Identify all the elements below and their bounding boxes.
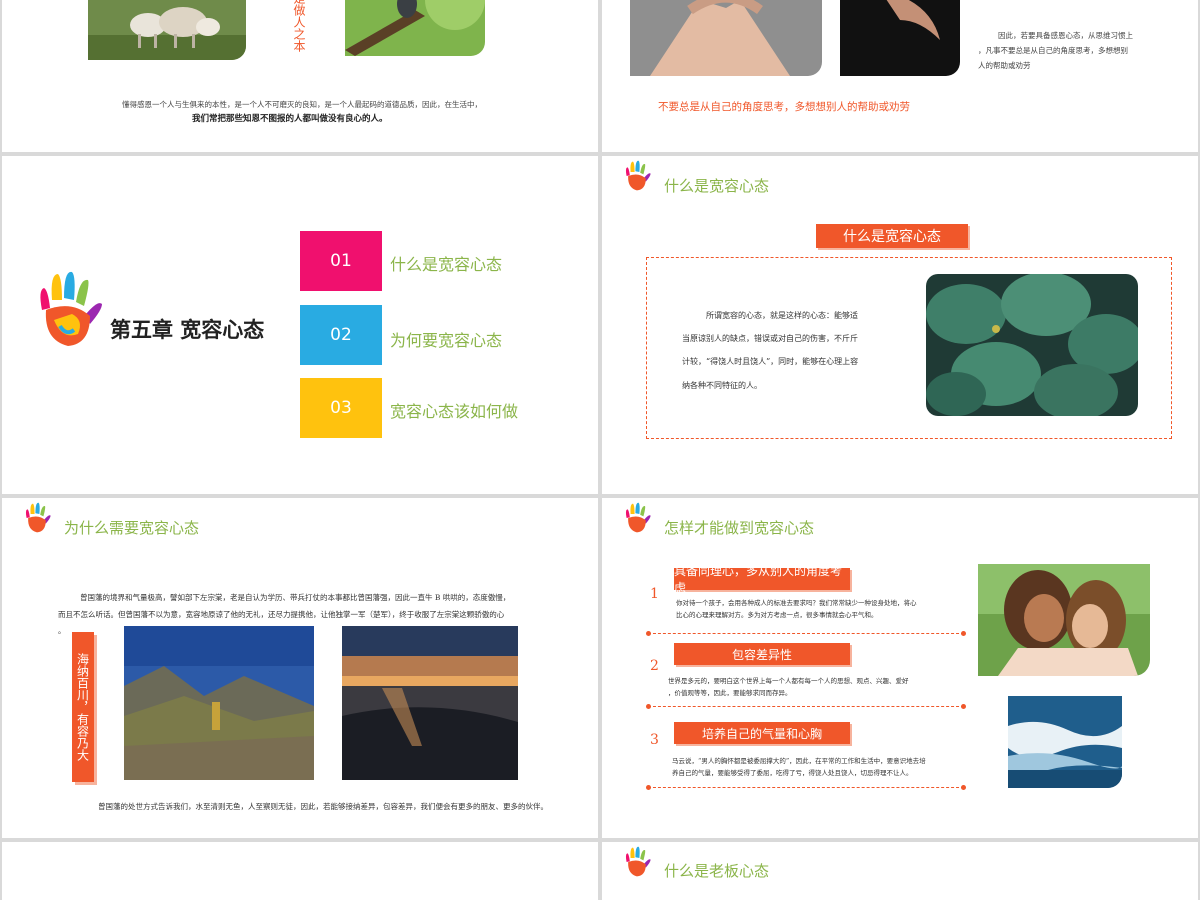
step-number-2: 2 bbox=[650, 658, 659, 674]
definition-line-4: 纳各种不同特征的人。 bbox=[682, 380, 762, 390]
para-line-2: ，凡事不要总是从自己的角度思考，多想想别 bbox=[978, 46, 1128, 55]
step-desc-3-line-2: 养自己的气量，要能够受得了委屈，吃得了亏，得饶人处且饶人，切忌得理不让人。 bbox=[672, 768, 913, 777]
step-desc-3-line-1: 马云说，“男人的胸怀都是被委屈撑大的”，因此，在平常的工作和生活中，要意识地去培 bbox=[672, 757, 926, 765]
vertical-tag-text: 海纳百川，有容乃大 bbox=[75, 653, 90, 761]
painted-hand-icon bbox=[625, 502, 651, 533]
sheep-photo bbox=[88, 0, 246, 60]
story-line-2: 而且不怎么听话。但曾国藩不以为意，宽容地原谅了他的无礼，还尽力提携他，让他独掌一… bbox=[58, 609, 505, 619]
definition-text: 所谓宽容的心态，就是这样的心态：能够适 当原谅别人的缺点，错误或对自己的伤害，不… bbox=[682, 304, 882, 397]
definition-line-1: 所谓宽容的心态，就是这样的心态：能够适 bbox=[706, 311, 858, 320]
step-tag-1: 具备同理心，多从别人的角度考虑 bbox=[674, 564, 850, 595]
painted-hand-icon bbox=[625, 846, 651, 877]
sea-waves-photo bbox=[1008, 696, 1122, 788]
slide-title: 什么是老板心态 bbox=[664, 862, 770, 880]
step-tag-1-text: 具备同理心，多从别人的角度考虑 bbox=[674, 564, 843, 595]
slide-blank bbox=[2, 842, 598, 900]
bird-photo bbox=[345, 0, 485, 56]
step-desc-2-line-2: ，价值观等等，因此，要能够求同而存异。 bbox=[668, 688, 792, 697]
slide-how-tolerance: 怎样才能做到宽容心态 1 具备同理心，多从别人的角度考虑 你对待一个孩子，会用各… bbox=[602, 498, 1198, 838]
vertical-caption: 就是做人之本 bbox=[292, 0, 306, 52]
vertical-tag: 海纳百川，有容乃大 bbox=[72, 632, 94, 782]
item-03-box: 03 bbox=[300, 378, 382, 438]
slide-chapter-5: 第五章 宽容心态 01 什么是宽容心态 02 为何要宽容心态 03 宽容心态该如… bbox=[2, 156, 598, 494]
divider-2 bbox=[646, 704, 966, 709]
friends-photo bbox=[978, 564, 1150, 676]
item-01-box: 01 bbox=[300, 231, 382, 291]
chapter-title: 第五章 宽容心态 bbox=[110, 317, 265, 342]
slide-why-tolerance: 为什么需要宽容心态 曾国藩的境界和气量极高，譬如部下左宗棠，老是自认为学历、带兵… bbox=[2, 498, 598, 838]
item-02-box: 02 bbox=[300, 305, 382, 365]
step-number-1: 1 bbox=[650, 586, 659, 602]
story-line-1: 曾国藩的境界和气量极高，譬如部下左宗棠，老是自认为学历、带兵打仗的本事都比曾国藩… bbox=[80, 593, 511, 602]
slide-gratitude-2: 因此，若要具备感恩心态，从思维习惯上 ，凡事不要总是从自己的角度思考，多想想别 … bbox=[602, 0, 1198, 152]
section-tag: 什么是宽容心态 bbox=[816, 224, 968, 248]
conclusion-text: 曾国藩的处世方式告诉我们，水至清则无鱼，人至察则无徒，因此，若能够接纳差异，包容… bbox=[98, 802, 548, 811]
step-tag-2-text: 包容差异性 bbox=[731, 647, 792, 662]
item-02-number: 02 bbox=[330, 325, 352, 345]
step-desc-1-line-1: 你对待一个孩子，会用各种成人的标准去要求吗？我们常常缺少一种设身处地，将心 bbox=[676, 599, 917, 607]
divider-3 bbox=[646, 785, 966, 790]
mountain-photo bbox=[124, 626, 314, 780]
step-desc-3: 马云说，“男人的胸怀都是被委屈撑大的”，因此，在平常的工作和生活中，要意识地去培… bbox=[672, 756, 926, 779]
slide-gratitude-1: 就是做人之本 懂得感恩一个人与生俱来的本性，是一个人不可磨灭的良知，是一个人最起… bbox=[2, 0, 598, 152]
item-01-number: 01 bbox=[330, 251, 352, 271]
slide-title: 为什么需要宽容心态 bbox=[64, 519, 200, 537]
intro-line: 懂得感恩一个人与生俱来的本性，是一个人不可磨灭的良知，是一个人最起码的道德品质，… bbox=[122, 100, 482, 109]
slide-title: 怎样才能做到宽容心态 bbox=[664, 519, 815, 537]
step-desc-1: 你对待一个孩子，会用各种成人的标准去要求吗？我们常常缺少一种设身处地，将心 比心… bbox=[676, 598, 917, 621]
slide-title: 什么是宽容心态 bbox=[664, 177, 770, 195]
step-tag-3-text: 培养自己的气量和心胸 bbox=[701, 726, 822, 741]
step-number-3: 3 bbox=[650, 732, 659, 748]
painted-hand-icon bbox=[25, 502, 51, 533]
step-desc-2-line-1: 世界是多元的，要明白这个世界上每一个人都有每一个人的思想、观点、兴趣、爱好 bbox=[668, 677, 909, 685]
section-tag-text: 什么是宽容心态 bbox=[843, 229, 941, 245]
slide-what-is-tolerance: 什么是宽容心态 什么是宽容心态 所谓宽容的心态，就是这样的心态：能够适 当原谅别… bbox=[602, 156, 1198, 494]
step-tag-3: 培养自己的气量和心胸 bbox=[674, 722, 850, 744]
step-tag-2: 包容差异性 bbox=[674, 643, 850, 665]
step-desc-1-line-2: 比心的心理来理解对方。多为对方考虑一点，很多事情就会心平气和。 bbox=[676, 610, 878, 619]
painted-hand-icon bbox=[40, 271, 102, 346]
divider-1 bbox=[646, 631, 966, 636]
lily-pad-photo bbox=[926, 274, 1138, 416]
para-line-1: 因此，若要具备感恩心态，从思维习惯上 bbox=[998, 31, 1133, 40]
sunset-photo bbox=[342, 626, 518, 780]
highlight-text: 不要总是从自己的角度思考，多想想别人的帮助或劝劳 bbox=[658, 101, 910, 113]
definition-line-2: 当原谅别人的缺点，错误或对自己的伤害，不斤斤 bbox=[682, 334, 858, 344]
para-line-3: 人的帮助或劝劳 bbox=[978, 61, 1031, 70]
dark-hand-photo bbox=[840, 0, 960, 76]
emphasis-line: 我们常把那些知恩不图报的人都叫做没有良心的人。 bbox=[192, 114, 388, 124]
step-desc-2: 世界是多元的，要明白这个世界上每一个人都有每一个人的思想、观点、兴趣、爱好 ，价… bbox=[668, 676, 909, 699]
definition-line-3: 计较，“得饶人时且饶人”，同时，能够在心理上容 bbox=[682, 357, 859, 367]
item-03-number: 03 bbox=[330, 398, 352, 418]
painted-hand-icon bbox=[625, 160, 651, 191]
item-01-label: 什么是宽容心态 bbox=[390, 255, 503, 274]
item-03-label: 宽容心态该如何做 bbox=[390, 402, 519, 421]
hands-photo bbox=[630, 0, 822, 76]
item-02-label: 为何要宽容心态 bbox=[390, 331, 503, 350]
slide-boss-mindset: 什么是老板心态 bbox=[602, 842, 1198, 900]
